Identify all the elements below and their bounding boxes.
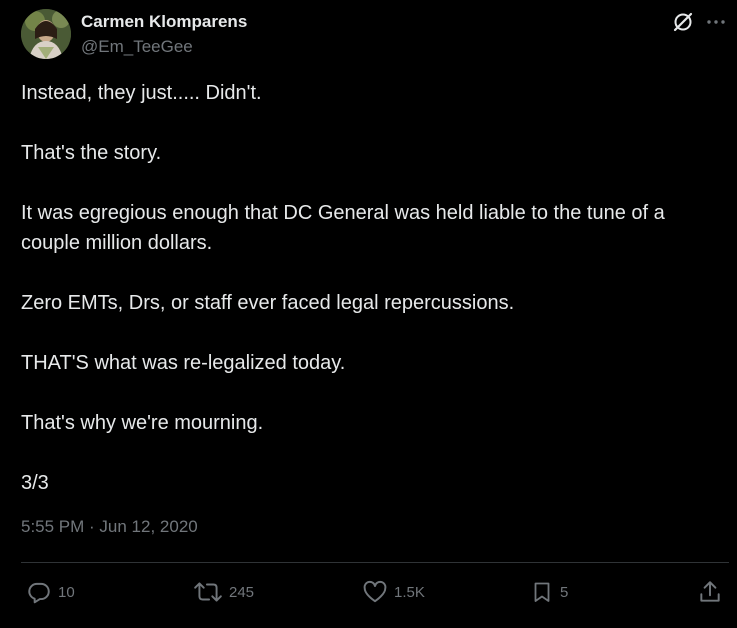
tweet-paragraph: Instead, they just..... Didn't.	[21, 82, 262, 104]
tweet-paragraph: That's the story.	[21, 142, 162, 164]
tweet-timestamp[interactable]: 5:55 PM · Jun 12, 2020	[21, 517, 198, 537]
like-button[interactable]: 1.5K	[362, 578, 425, 606]
avatar-image	[21, 9, 71, 59]
repost-count: 245	[229, 583, 255, 601]
avatar[interactable]	[21, 9, 71, 59]
author-display-name[interactable]: Carmen Klomparens	[81, 12, 247, 32]
tweet-header: Carmen Klomparens @Em_TeeGee	[21, 9, 725, 61]
divider	[21, 562, 729, 563]
like-count: 1.5K	[394, 583, 425, 601]
tweet-paragraph: It was egregious enough that DC General …	[21, 202, 665, 254]
tweet-paragraph: THAT'S what was re-legalized today.	[21, 352, 346, 374]
share-button[interactable]	[697, 578, 723, 606]
retweet-icon	[194, 582, 222, 602]
tweet-paragraph: Zero EMTs, Drs, or staff ever faced lega…	[21, 292, 515, 314]
share-icon	[700, 581, 720, 602]
reply-button[interactable]: 10	[26, 578, 75, 606]
heart-icon	[363, 580, 387, 603]
author-handle[interactable]: @Em_TeeGee	[81, 37, 193, 57]
grok-icon[interactable]	[672, 11, 694, 33]
reply-count: 10	[58, 583, 75, 601]
tweet-paragraph: 3/3	[21, 472, 49, 494]
more-icon[interactable]	[705, 11, 727, 33]
tweet-card: Carmen Klomparens @Em_TeeGee Instead, th…	[0, 0, 737, 628]
repost-button[interactable]: 245	[193, 578, 254, 606]
tweet-paragraph: That's why we're mourning.	[21, 412, 264, 434]
bookmark-count: 5	[560, 583, 569, 601]
bookmark-icon	[534, 582, 550, 602]
reply-icon	[28, 582, 50, 604]
tweet-text: Instead, they just..... Didn't. That's t…	[21, 78, 726, 528]
bookmark-button[interactable]: 5	[530, 578, 568, 606]
